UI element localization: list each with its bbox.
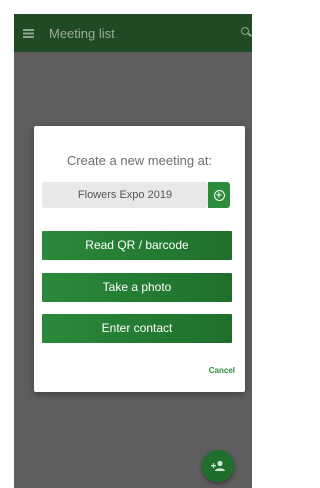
add-event-button[interactable] [208, 182, 230, 208]
event-select-field[interactable]: Flowers Expo 2019 [42, 182, 208, 208]
add-person-icon [211, 460, 225, 471]
add-contact-fab[interactable] [202, 450, 234, 482]
cancel-button[interactable]: Cancel [209, 366, 235, 375]
plus-circle-icon [213, 189, 225, 201]
take-photo-button[interactable]: Take a photo [42, 273, 232, 302]
app-title: Meeting list [49, 25, 115, 41]
app-screen: Meeting list Create a new meeting at: Fl… [14, 14, 252, 488]
create-meeting-dialog: Create a new meeting at: Flowers Expo 20… [34, 126, 245, 392]
dialog-title: Create a new meeting at: [66, 153, 213, 168]
app-bar: Meeting list [14, 14, 252, 52]
enter-contact-button[interactable]: Enter contact [42, 314, 232, 343]
hamburger-menu-icon[interactable] [23, 14, 45, 52]
read-qr-button[interactable]: Read QR / barcode [42, 231, 232, 260]
search-icon[interactable] [241, 27, 249, 35]
